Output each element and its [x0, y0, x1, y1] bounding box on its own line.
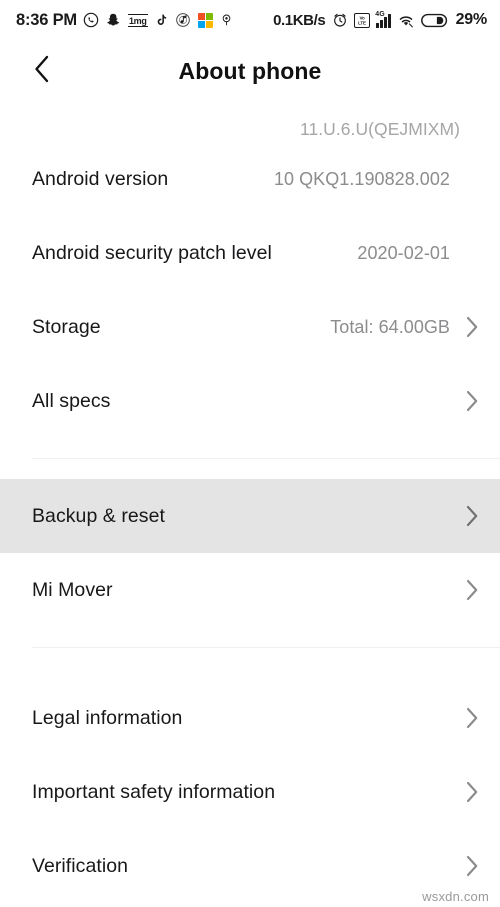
miui-version-value: 11.U.6.U(QEJMIXM): [300, 119, 460, 139]
volte-icon: Vo LTE: [354, 12, 371, 28]
svg-text:LTE: LTE: [358, 20, 366, 25]
list-item-value: 2020-02-01: [357, 242, 450, 263]
list-item-value: 10 QKQ1.190828.002: [273, 168, 450, 189]
alarm-clock-icon: [332, 12, 348, 28]
status-bar: 8:36 PM 1mg 0.1KB/s Vo LTE 4G 29%: [0, 0, 500, 40]
list-item-miui-version[interactable]: 11.U.6.U(QEJMIXM): [0, 102, 500, 142]
list-item-legal-information[interactable]: Legal information: [0, 681, 500, 755]
status-time: 8:36 PM: [16, 10, 77, 29]
microsoft-icon: [197, 12, 213, 28]
svg-text:Vo: Vo: [360, 15, 366, 20]
music-target-icon: [175, 12, 191, 28]
list-item-important-safety-information[interactable]: Important safety information: [0, 755, 500, 829]
list-item-mi-mover[interactable]: Mi Mover: [0, 553, 500, 627]
back-button[interactable]: [14, 43, 70, 99]
chevron-right-icon: [464, 316, 480, 338]
list-item-label: Backup & reset: [32, 504, 165, 527]
status-notification-icons: 1mg: [83, 12, 233, 28]
chevron-right-icon: [464, 707, 480, 729]
list-item-label: Verification: [32, 854, 128, 877]
list-item-label: Important safety information: [32, 780, 276, 803]
list-item-label: Android security patch level: [32, 241, 272, 264]
list-item-backup-and-reset[interactable]: Backup & reset: [0, 479, 500, 553]
status-system-icons: 0.1KB/s Vo LTE 4G 29%: [273, 11, 487, 29]
section-spacer: [0, 459, 500, 479]
section-spacer: [0, 648, 500, 681]
page-title: About phone: [178, 57, 322, 84]
wifi-icon: [397, 13, 415, 28]
section-spacer: [0, 627, 500, 647]
list-item-value: Total: 64.00GB: [330, 316, 450, 337]
chevron-right-icon: [464, 855, 480, 877]
app-header: About phone: [0, 40, 500, 102]
whatsapp-icon: [83, 12, 99, 28]
list-item-storage[interactable]: Storage Total: 64.00GB: [0, 290, 500, 364]
chevron-left-icon: [32, 54, 52, 89]
phone-screen: 8:36 PM 1mg 0.1KB/s Vo LTE 4G 29% About …: [0, 0, 500, 907]
location-pin-icon: [220, 12, 233, 28]
chevron-right-icon: [464, 505, 480, 527]
snapchat-icon: [106, 12, 121, 28]
section-spacer: [0, 438, 500, 458]
battery-percent-label: 29%: [455, 11, 488, 28]
tiktok-icon: [155, 12, 168, 28]
settings-list: 11.U.6.U(QEJMIXM) Android version 10 QKQ…: [0, 102, 500, 903]
battery-icon: [420, 13, 448, 28]
chevron-right-icon: [464, 781, 480, 803]
signal-generation-label: 4G: [375, 10, 385, 18]
chevron-right-icon: [464, 390, 480, 412]
list-item-label: Android version: [32, 167, 169, 190]
list-item-label: Legal information: [32, 706, 183, 729]
list-item-security-patch[interactable]: Android security patch level 2020-02-01: [0, 216, 500, 290]
list-item-label: Storage: [32, 315, 101, 338]
list-item-android-version[interactable]: Android version 10 QKQ1.190828.002: [0, 142, 500, 216]
watermark: wsxdn.com: [422, 889, 489, 904]
list-item-all-specs[interactable]: All specs: [0, 364, 500, 438]
list-item-label: All specs: [32, 389, 111, 412]
signal-bars-icon: 4G: [375, 10, 391, 28]
chevron-right-icon: [464, 579, 480, 601]
onemg-icon: 1mg: [127, 13, 148, 27]
list-item-label: Mi Mover: [32, 578, 113, 601]
network-speed-label: 0.1KB/s: [273, 11, 326, 29]
